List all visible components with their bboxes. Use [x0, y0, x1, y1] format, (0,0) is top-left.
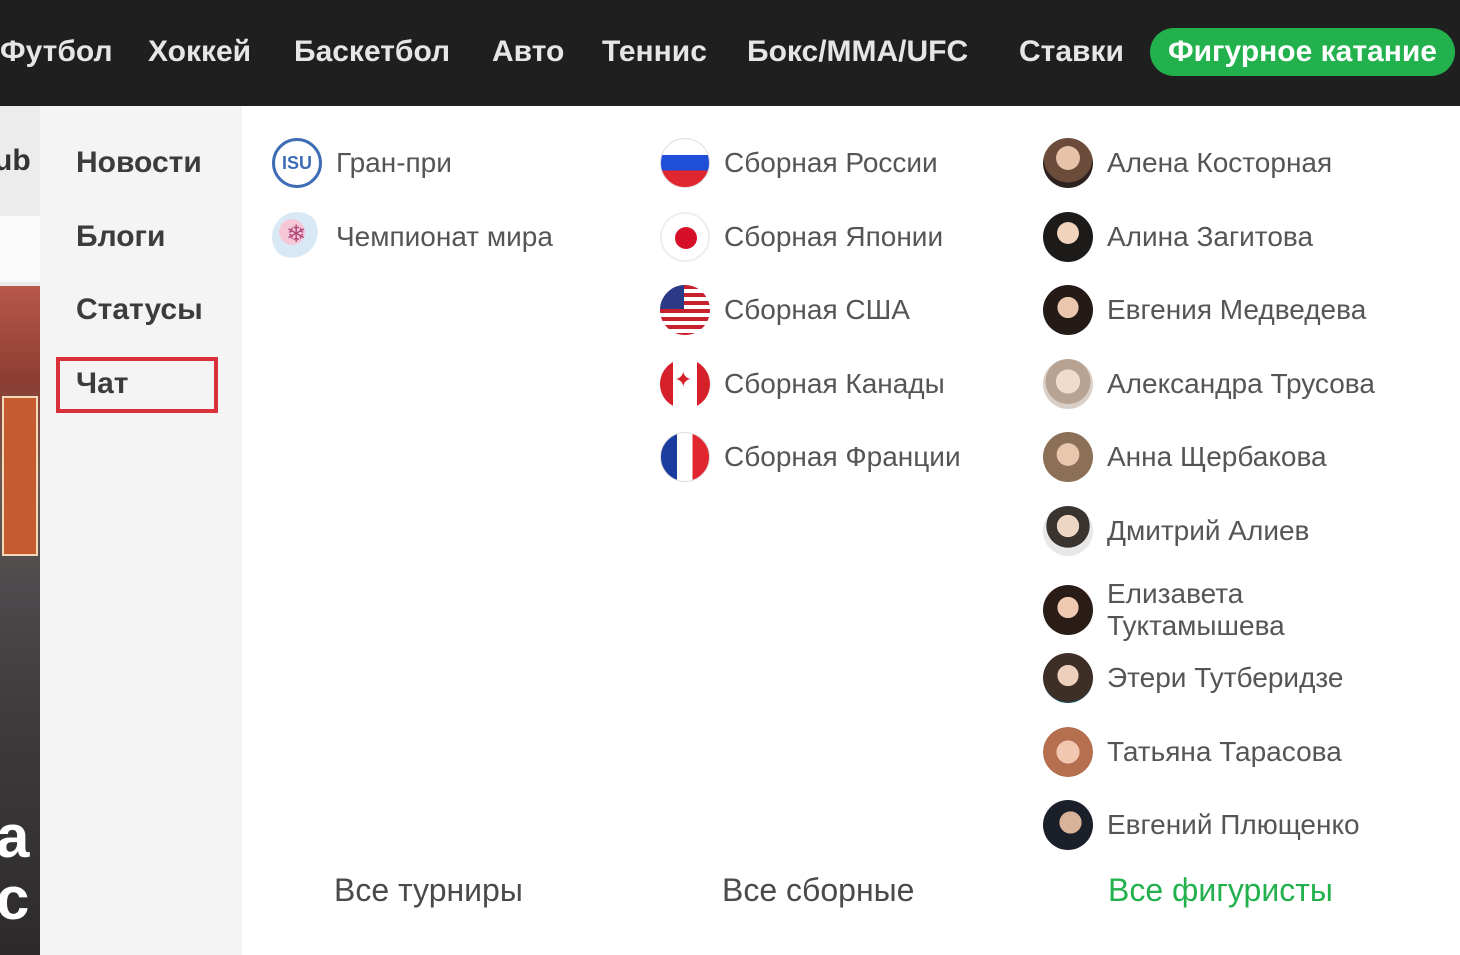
team-label: Сборная США	[724, 294, 910, 325]
background-fragment-block	[0, 216, 40, 282]
world-championship-icon	[272, 212, 322, 262]
skater-item[interactable]: Евгений Плющенко	[1043, 798, 1360, 852]
tournament-grand-prix[interactable]: ISU Гран-при	[272, 136, 452, 190]
skater-item[interactable]: Алина Загитова	[1043, 210, 1313, 264]
tournament-world-championship[interactable]: Чемпионат мира	[272, 210, 553, 264]
avatar	[1043, 285, 1093, 335]
skater-item[interactable]: Алена Косторная	[1043, 136, 1332, 190]
russia-flag-icon	[660, 138, 710, 188]
skater-item[interactable]: Этери Тутберидзе	[1043, 651, 1344, 705]
team-label: Сборная Франции	[724, 441, 961, 472]
all-tournaments-link[interactable]: Все турниры	[334, 872, 523, 909]
nav-item-hockey[interactable]: Хоккей	[148, 28, 251, 76]
avatar	[1043, 585, 1093, 635]
skater-label: Татьяна Тарасова	[1107, 736, 1342, 767]
section-menu: Новости Блоги Статусы Чат	[40, 106, 242, 955]
avatar	[1043, 727, 1093, 777]
top-navigation-bar: Футбол Хоккей Баскетбол Авто Теннис Бокс…	[0, 0, 1460, 106]
skater-item[interactable]: Александра Трусова	[1043, 357, 1375, 411]
tournament-label: Чемпионат мира	[336, 221, 553, 252]
avatar	[1043, 506, 1093, 556]
nav-item-figure-skating[interactable]: Фигурное катание	[1150, 28, 1455, 76]
avatar	[1043, 359, 1093, 409]
section-news[interactable]: Новости	[76, 146, 202, 180]
skater-item[interactable]: Евгения Медведева	[1043, 283, 1366, 337]
team-usa[interactable]: Сборная США	[660, 283, 910, 337]
section-statuses[interactable]: Статусы	[76, 293, 203, 327]
nav-item-basketball[interactable]: Баскетбол	[294, 28, 450, 76]
background-fragment-text: ub	[0, 144, 31, 177]
skater-label: Алена Косторная	[1107, 147, 1333, 178]
canada-flag-icon	[660, 359, 710, 409]
avatar	[1043, 800, 1093, 850]
team-japan[interactable]: Сборная Японии	[660, 210, 943, 264]
avatar	[1043, 212, 1093, 262]
team-france[interactable]: Сборная Франции	[660, 430, 961, 484]
skater-label: Елизавета Туктамышева	[1107, 578, 1285, 641]
nav-item-bets[interactable]: Ставки	[1019, 28, 1124, 76]
skater-label: Этери Тутберидзе	[1107, 662, 1344, 693]
team-label: Сборная Канады	[724, 368, 945, 399]
all-teams-link[interactable]: Все сборные	[722, 872, 914, 909]
nav-item-football[interactable]: Футбол	[0, 28, 113, 76]
france-flag-icon	[660, 432, 710, 482]
japan-flag-icon	[660, 212, 710, 262]
skater-label: Алина Загитова	[1107, 221, 1314, 252]
skater-item[interactable]: Елизавета Туктамышева	[1043, 578, 1367, 642]
avatar	[1043, 653, 1093, 703]
team-canada[interactable]: Сборная Канады	[660, 357, 945, 411]
skater-label: Александра Трусова	[1107, 368, 1375, 399]
skater-item[interactable]: Анна Щербакова	[1043, 430, 1327, 484]
background-page-fragment: ub а с	[0, 106, 40, 955]
skater-label: Евгений Плющенко	[1107, 809, 1360, 840]
team-label: Сборная Японии	[724, 221, 944, 252]
avatar	[1043, 432, 1093, 482]
team-russia[interactable]: Сборная России	[660, 136, 938, 190]
avatar	[1043, 138, 1093, 188]
usa-flag-icon	[660, 285, 710, 335]
chat-highlight-frame	[56, 357, 218, 413]
skater-item[interactable]: Татьяна Тарасова	[1043, 725, 1342, 779]
skater-label: Дмитрий Алиев	[1107, 515, 1310, 546]
skater-item[interactable]: Дмитрий Алиев	[1043, 504, 1309, 558]
team-label: Сборная России	[724, 147, 938, 178]
background-headline-fragment: а с	[0, 803, 30, 932]
tournament-label: Гран-при	[336, 147, 452, 178]
all-skaters-link[interactable]: Все фигуристы	[1108, 872, 1333, 909]
nav-item-tennis[interactable]: Теннис	[602, 28, 707, 76]
figure-skating-dropdown: Новости Блоги Статусы Чат ISU Гран-при Ч…	[40, 106, 1460, 955]
isu-icon: ISU	[272, 138, 322, 188]
nav-item-auto[interactable]: Авто	[492, 28, 564, 76]
nav-item-boxing-mma-ufc[interactable]: Бокс/ММА/UFC	[747, 28, 968, 76]
skater-label: Евгения Медведева	[1107, 294, 1367, 325]
section-blogs[interactable]: Блоги	[76, 220, 166, 254]
background-poster	[2, 396, 38, 556]
skater-label: Анна Щербакова	[1107, 441, 1327, 472]
